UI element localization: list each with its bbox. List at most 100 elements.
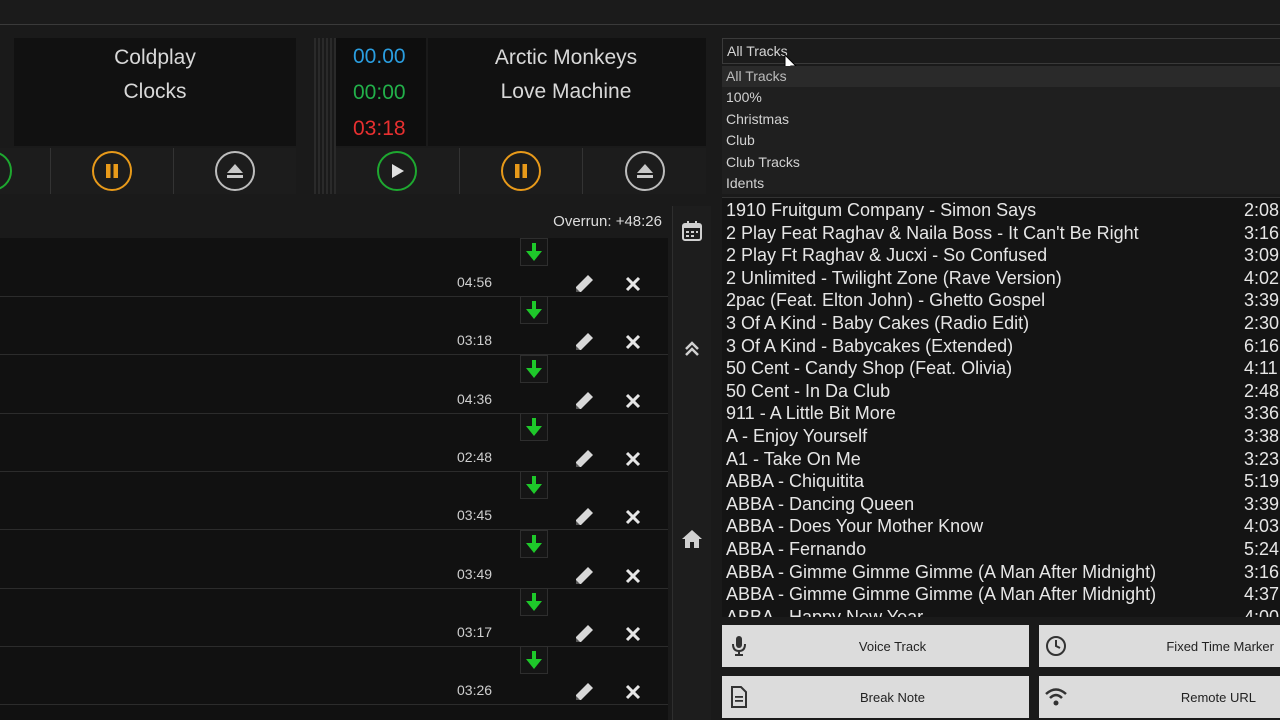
track-row[interactable]: 2 Unlimited - Twilight Zone (Rave Versio… bbox=[722, 267, 1280, 290]
track-row[interactable]: 2pac (Feat. Elton John) - Ghetto Gospel 3… bbox=[722, 289, 1280, 312]
log-duration: 03:17 bbox=[457, 623, 493, 640]
delete-button[interactable] bbox=[620, 621, 646, 647]
move-down-button[interactable] bbox=[520, 238, 548, 266]
edit-button[interactable] bbox=[571, 271, 597, 297]
track-row[interactable]: 2 Play Ft Raghav & Jucxi - So Confused 3:… bbox=[722, 244, 1280, 267]
category-option[interactable]: All Tracks bbox=[722, 66, 1280, 88]
log-row[interactable]: 03:18 bbox=[0, 296, 668, 356]
edit-button[interactable] bbox=[571, 563, 597, 589]
log-row[interactable]: 03:17 bbox=[0, 587, 668, 647]
break-note-button[interactable]: Break Note bbox=[722, 676, 1029, 718]
track-row[interactable]: A - Enjoy Yourself 3:38 bbox=[722, 425, 1280, 448]
log-row[interactable]: 04:56 bbox=[0, 238, 668, 297]
track-title: ABBA - Gimme Gimme Gimme (A Man After Mi… bbox=[726, 584, 1157, 605]
delete-button[interactable] bbox=[620, 388, 646, 414]
category-selected-value: All Tracks bbox=[727, 43, 788, 59]
track-row[interactable]: 50 Cent - In Da Club 2:48 bbox=[722, 380, 1280, 403]
category-option[interactable]: Idents bbox=[722, 173, 1280, 194]
track-title: ABBA - Chiquitita bbox=[726, 471, 865, 492]
track-row[interactable]: ABBA - Fernando 5:24 bbox=[722, 538, 1280, 561]
delete-button[interactable] bbox=[620, 679, 646, 705]
track-row[interactable]: ABBA - Gimme Gimme Gimme (A Man After Mi… bbox=[722, 583, 1280, 606]
track-row[interactable]: A1 - Take On Me 3:23 bbox=[722, 448, 1280, 471]
track-row[interactable]: ABBA - Happy New Year 4:00 bbox=[722, 606, 1280, 617]
voice-track-button[interactable]: Voice Track bbox=[722, 625, 1029, 667]
delete-button[interactable] bbox=[620, 446, 646, 472]
delete-button[interactable] bbox=[620, 504, 646, 530]
overrun-label: Overrun: +48:26 bbox=[553, 213, 662, 230]
remote-url-button[interactable]: Remote URL bbox=[1039, 676, 1280, 718]
deck-2-eject-cell bbox=[583, 148, 706, 194]
edit-button[interactable] bbox=[571, 446, 597, 472]
deck-2-artist: Arctic Monkeys bbox=[494, 46, 638, 69]
track-duration: 4:03 bbox=[1244, 516, 1280, 537]
eject-icon bbox=[636, 164, 653, 178]
edit-button[interactable] bbox=[571, 329, 597, 355]
move-down-button[interactable] bbox=[520, 296, 548, 325]
move-down-button[interactable] bbox=[520, 646, 548, 675]
track-row[interactable]: 911 - A Little Bit More 3:36 bbox=[722, 402, 1280, 425]
deck-1-eject-button[interactable] bbox=[215, 151, 255, 191]
scroll-top-button[interactable] bbox=[673, 334, 711, 364]
move-down-button[interactable] bbox=[520, 529, 548, 558]
move-down-button[interactable] bbox=[520, 412, 548, 441]
track-row[interactable]: ABBA - Gimme Gimme Gimme (A Man After Mi… bbox=[722, 561, 1280, 584]
log-row[interactable]: 03:45 bbox=[0, 471, 668, 531]
document-icon bbox=[731, 686, 747, 708]
category-option[interactable]: Club bbox=[722, 130, 1280, 151]
track-row[interactable]: 1910 Fruitgum Company - Simon Says 2:08 bbox=[722, 199, 1280, 222]
log-row[interactable]: 03:26 bbox=[0, 646, 668, 706]
track-title: 2 Play Ft Raghav & Jucxi - So Confused bbox=[726, 245, 1048, 266]
move-down-button[interactable] bbox=[520, 354, 548, 383]
track-row[interactable]: ABBA - Dancing Queen 3:39 bbox=[722, 493, 1280, 516]
double-chevron-up-icon bbox=[685, 341, 699, 356]
track-library-list: 1910 Fruitgum Company - Simon Says 2:08 2 … bbox=[722, 197, 1280, 617]
fixed-time-marker-label: Fixed Time Marker bbox=[1166, 638, 1274, 654]
track-duration: 2:48 bbox=[1244, 380, 1280, 401]
home-button[interactable] bbox=[673, 524, 711, 554]
log-row[interactable]: 02:48 bbox=[0, 412, 668, 472]
track-row[interactable]: ABBA - Does Your Mother Know 4:03 bbox=[722, 515, 1280, 538]
side-toolbar bbox=[672, 206, 711, 720]
arrow-down-icon bbox=[526, 301, 542, 320]
deck-2-display: Arctic Monkeys Love Machine bbox=[428, 38, 706, 146]
track-row[interactable]: ABBA - Chiquitita 5:19 bbox=[722, 470, 1280, 493]
move-down-button[interactable] bbox=[520, 471, 548, 500]
deck-1-artist: Coldplay bbox=[114, 46, 196, 69]
close-icon bbox=[625, 335, 641, 350]
category-option[interactable]: 100% bbox=[722, 87, 1280, 108]
deck-2-eject-button[interactable] bbox=[624, 151, 665, 191]
category-select[interactable]: All Tracks bbox=[722, 38, 1280, 64]
deck-2-play-button[interactable] bbox=[377, 151, 418, 191]
move-down-button[interactable] bbox=[520, 587, 548, 616]
deck-1-play-cell bbox=[0, 148, 51, 194]
deck-1-pause-button[interactable] bbox=[92, 151, 132, 191]
log-row[interactable]: 03:49 bbox=[0, 529, 668, 589]
track-title: A1 - Take On Me bbox=[726, 448, 861, 469]
deck-2-pause-cell bbox=[460, 148, 584, 194]
edit-button[interactable] bbox=[571, 679, 597, 705]
close-icon bbox=[625, 626, 641, 641]
delete-button[interactable] bbox=[620, 329, 646, 355]
deck-1-play-button[interactable] bbox=[0, 151, 12, 191]
delete-button[interactable] bbox=[620, 271, 646, 297]
category-option[interactable]: Christmas bbox=[722, 109, 1280, 130]
track-row[interactable]: 2 Play Feat Raghav & Naila Boss - It Can… bbox=[722, 222, 1280, 245]
category-option[interactable]: Club Tracks bbox=[722, 152, 1280, 173]
track-row[interactable]: 3 Of A Kind - Baby Cakes (Radio Edit) 2:3… bbox=[722, 312, 1280, 335]
edit-button[interactable] bbox=[571, 504, 597, 530]
delete-button[interactable] bbox=[620, 563, 646, 589]
edit-button[interactable] bbox=[571, 388, 597, 414]
fixed-time-marker-button[interactable]: Fixed Time Marker bbox=[1039, 625, 1280, 667]
deck-2-pause-button[interactable] bbox=[501, 151, 541, 191]
deck-1-controls bbox=[0, 148, 296, 194]
log-row[interactable]: 04:36 bbox=[0, 354, 668, 414]
track-row[interactable]: 50 Cent - Candy Shop (Feat. Olivia) 4:11 bbox=[722, 357, 1280, 380]
microphone-icon bbox=[732, 636, 746, 656]
track-title: 2 Unlimited - Twilight Zone (Rave Versio… bbox=[726, 267, 1062, 288]
deck-1-pause-cell bbox=[51, 148, 174, 194]
schedule-button[interactable] bbox=[673, 216, 711, 246]
deck-2-grip[interactable] bbox=[314, 38, 336, 194]
track-row[interactable]: 3 Of A Kind - Babycakes (Extended) 6:16 bbox=[722, 335, 1280, 358]
edit-button[interactable] bbox=[571, 621, 597, 647]
